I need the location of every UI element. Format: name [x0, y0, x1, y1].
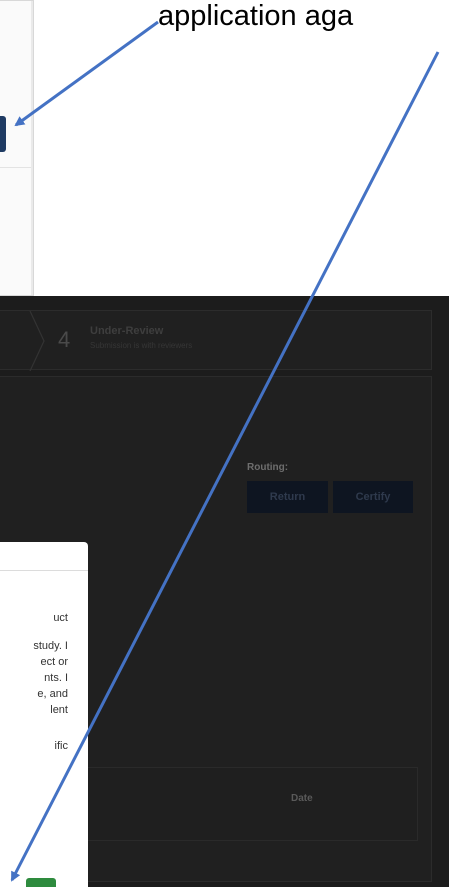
date-column-header: Date	[291, 793, 313, 804]
caption-text: application aga	[158, 0, 354, 32]
progress-stepper: 4 Under-Review Submission is with review…	[0, 310, 432, 371]
dialog-line: ect or	[40, 656, 68, 668]
return-button[interactable]: Return	[247, 481, 328, 513]
dialog-line: nts. I	[44, 672, 68, 684]
routing-label: Routing:	[247, 462, 289, 473]
arrow-to-button	[14, 20, 159, 127]
step-subtitle: Submission is with reviewers	[90, 341, 193, 350]
confirm-button[interactable]	[26, 878, 56, 887]
step-title: Under-Review	[90, 325, 164, 337]
blue-action-button[interactable]	[0, 116, 6, 152]
dialog-header-divider	[0, 570, 88, 571]
panel-divider	[0, 167, 33, 168]
submission-table: Date	[84, 767, 418, 841]
chevron-separator-icon	[29, 311, 45, 371]
certification-dialog: uct study. I ect or nts. I e, and lent i…	[0, 542, 88, 887]
dialog-line: lent	[50, 704, 68, 716]
dialog-line: ific	[54, 740, 68, 752]
dialog-line: e, and	[37, 688, 68, 700]
dialog-line: uct	[53, 612, 68, 624]
certify-button[interactable]: Certify	[333, 481, 413, 513]
dialog-line: study. I	[33, 640, 68, 652]
panel-edge	[31, 1, 33, 295]
step-number: 4	[58, 327, 71, 352]
